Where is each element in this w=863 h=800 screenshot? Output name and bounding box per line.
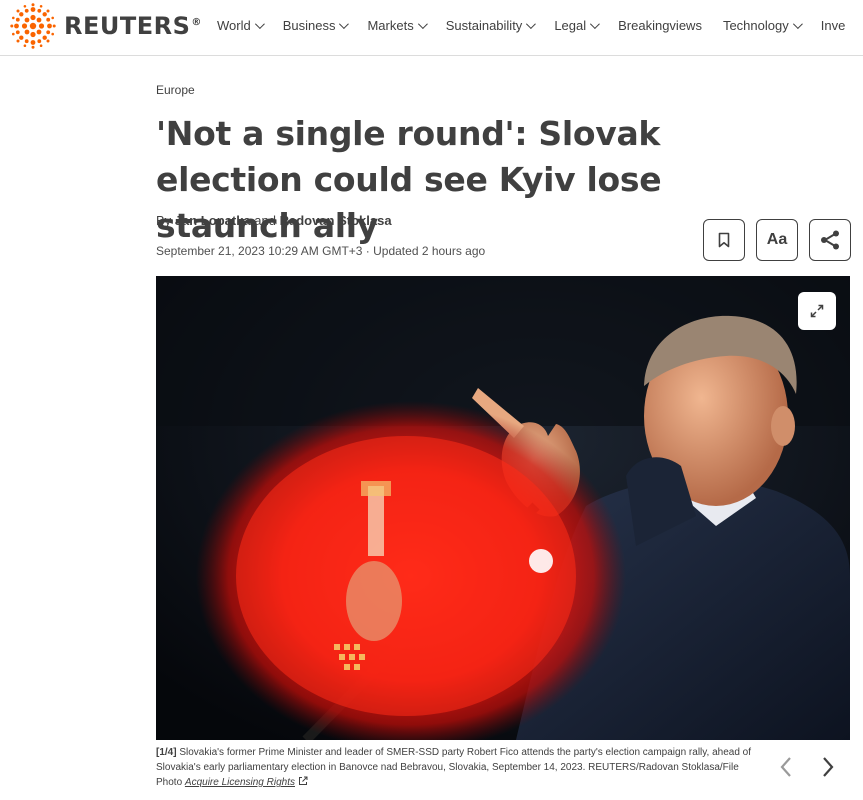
- chevron-down-icon: [339, 19, 350, 30]
- external-link-icon: [298, 776, 308, 785]
- nav-item-sustainability[interactable]: Sustainability: [446, 18, 537, 33]
- author-link-2[interactable]: Radovan Stoklasa: [280, 213, 392, 228]
- byline: By Jan Lopatka and Radovan Stoklasa: [156, 213, 392, 228]
- share-icon: [821, 230, 839, 250]
- chevron-down-icon: [792, 19, 803, 30]
- site-header: REUTERS® World Business Markets Sustaina…: [0, 0, 863, 56]
- nav-item-business[interactable]: Business: [283, 18, 350, 33]
- article-headline: 'Not a single round': Slovak election co…: [156, 114, 662, 245]
- reuters-logo-icon: [10, 3, 56, 49]
- section-kicker[interactable]: Europe: [156, 83, 195, 97]
- nav-item-legal[interactable]: Legal: [554, 18, 600, 33]
- chevron-left-icon: [780, 757, 791, 777]
- text-size-button[interactable]: Aa: [756, 219, 798, 261]
- share-button[interactable]: [809, 219, 851, 261]
- chevron-down-icon: [254, 19, 265, 30]
- photo-counter: [1/4]: [156, 747, 177, 758]
- licensing-link[interactable]: Acquire Licensing Rights: [185, 777, 295, 788]
- article-photo[interactable]: [156, 276, 850, 740]
- expand-photo-button[interactable]: [798, 292, 836, 330]
- article-dateline: September 21, 2023 10:29 AM GMT+3 · Upda…: [156, 244, 486, 258]
- photo-image: [156, 276, 850, 740]
- chevron-down-icon: [526, 19, 537, 30]
- bookmark-icon: [718, 232, 730, 248]
- author-link-1[interactable]: Jan Lopatka: [175, 213, 251, 228]
- chevron-down-icon: [417, 19, 428, 30]
- nav-item-markets[interactable]: Markets: [367, 18, 428, 33]
- byline-conjunction: and: [250, 213, 280, 228]
- photo-caption: [1/4] Slovakia's former Prime Minister a…: [156, 745, 756, 790]
- bookmark-button[interactable]: [703, 219, 745, 261]
- nav-item-investigations[interactable]: Inve: [821, 18, 846, 33]
- logo-wordmark: REUTERS®: [64, 12, 202, 40]
- main-nav: World Business Markets Sustainability Le…: [217, 18, 863, 33]
- nav-item-world[interactable]: World: [217, 18, 265, 33]
- nav-item-technology[interactable]: Technology: [723, 18, 803, 33]
- expand-icon: [810, 304, 824, 318]
- reuters-logo[interactable]: REUTERS®: [10, 3, 202, 49]
- chevron-right-icon: [823, 757, 834, 777]
- chevron-down-icon: [590, 19, 600, 30]
- byline-prefix: By: [156, 213, 175, 228]
- previous-photo-button[interactable]: [771, 752, 801, 782]
- next-photo-button[interactable]: [813, 752, 843, 782]
- nav-item-breakingviews[interactable]: Breakingviews: [618, 18, 702, 33]
